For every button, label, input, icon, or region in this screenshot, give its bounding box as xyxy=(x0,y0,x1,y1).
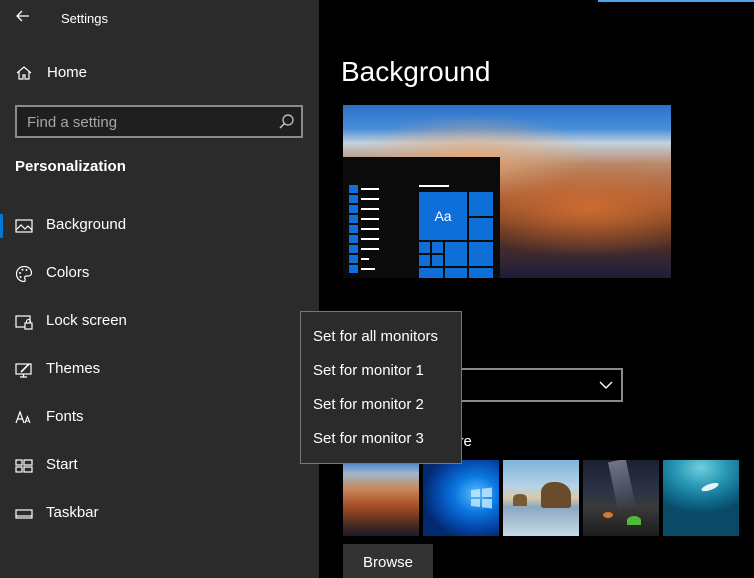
sidebar-item-taskbar[interactable]: Taskbar xyxy=(0,494,319,534)
sidebar-item-start[interactable]: Start xyxy=(0,446,319,486)
menu-item-label: Set for monitor 2 xyxy=(313,396,424,413)
preview-list-row xyxy=(349,245,379,253)
menu-item-label: Set for monitor 1 xyxy=(313,362,424,379)
search-input[interactable]: Find a setting xyxy=(15,105,303,138)
menu-item-set-monitor-3[interactable]: Set for monitor 3 xyxy=(301,422,461,456)
thumbnail-underwater[interactable] xyxy=(663,460,739,536)
thumbnail-beach-rock[interactable] xyxy=(503,460,579,536)
browse-button[interactable]: Browse xyxy=(343,544,433,578)
preview-list-row xyxy=(349,265,379,273)
preview-tile xyxy=(419,255,430,266)
sidebar-item-label: Colors xyxy=(46,264,90,281)
preview-list-row xyxy=(349,255,379,263)
windows-logo-icon xyxy=(471,487,492,509)
preview-tile xyxy=(419,242,430,253)
start-icon xyxy=(15,459,33,473)
sidebar: Settings Home Find a setting Personaliza… xyxy=(0,0,319,578)
preview-tile xyxy=(469,268,493,278)
chevron-down-icon xyxy=(599,381,613,389)
thumbnail-night-sky[interactable] xyxy=(583,460,659,536)
thumbnail-canyon[interactable] xyxy=(343,460,419,536)
home-icon xyxy=(16,66,32,80)
page-title: Background xyxy=(341,56,491,87)
taskbar-icon xyxy=(15,509,33,519)
preview-tiles-header xyxy=(419,185,449,187)
sidebar-item-label: Background xyxy=(46,216,127,233)
preview-list-row xyxy=(349,225,379,233)
sidebar-item-colors[interactable]: Colors xyxy=(0,254,319,294)
themes-icon xyxy=(15,363,32,378)
app-title: Settings xyxy=(61,11,108,26)
menu-item-label: Set for monitor 3 xyxy=(313,430,424,447)
search-icon xyxy=(279,114,294,129)
preview-list-row xyxy=(349,185,379,193)
sidebar-item-lock-screen[interactable]: Lock screen xyxy=(0,302,319,342)
sidebar-item-fonts[interactable]: Fonts xyxy=(0,398,319,438)
palette-icon xyxy=(15,265,33,283)
preview-list-row xyxy=(349,215,379,223)
sidebar-item-label: Start xyxy=(46,456,78,473)
preview-tile xyxy=(432,255,443,266)
title-bar: Settings xyxy=(0,0,319,36)
preview-tile xyxy=(445,242,467,266)
home-link[interactable]: Home xyxy=(0,56,319,90)
menu-item-label: Set for all monitors xyxy=(313,328,439,345)
sidebar-item-themes[interactable]: Themes xyxy=(0,350,319,390)
search-placeholder: Find a setting xyxy=(27,114,118,131)
accent-line xyxy=(598,0,754,2)
sidebar-item-background[interactable]: Background xyxy=(0,206,319,246)
fonts-icon xyxy=(15,410,31,424)
preview-tile xyxy=(469,192,493,216)
preview-tile-sample: Aa xyxy=(419,192,467,240)
preview-list-row xyxy=(349,195,379,203)
back-arrow-icon xyxy=(16,10,29,22)
home-label: Home xyxy=(47,64,88,81)
preview-tile xyxy=(445,268,467,278)
sidebar-item-label: Fonts xyxy=(46,408,84,425)
monitor-context-menu: Set for all monitors Set for monitor 1 S… xyxy=(300,311,462,464)
preview-tile xyxy=(469,218,493,240)
preview-tile xyxy=(419,268,443,278)
preview-list-row xyxy=(349,235,379,243)
menu-item-set-monitor-2[interactable]: Set for monitor 2 xyxy=(301,388,461,422)
menu-item-set-monitor-1[interactable]: Set for monitor 1 xyxy=(301,354,461,388)
back-button[interactable] xyxy=(10,4,36,28)
sidebar-item-label: Taskbar xyxy=(46,504,99,521)
picture-icon xyxy=(15,219,33,233)
sidebar-item-label: Lock screen xyxy=(46,312,127,329)
thumbnail-windows-blue[interactable] xyxy=(423,460,499,536)
preview-tile xyxy=(469,242,493,266)
preview-list-row xyxy=(349,205,379,213)
lock-screen-icon xyxy=(15,315,33,330)
sidebar-item-label: Themes xyxy=(46,360,101,377)
section-title: Personalization xyxy=(15,158,126,175)
menu-item-set-all-monitors[interactable]: Set for all monitors xyxy=(301,320,461,354)
preview-tile xyxy=(432,242,443,253)
